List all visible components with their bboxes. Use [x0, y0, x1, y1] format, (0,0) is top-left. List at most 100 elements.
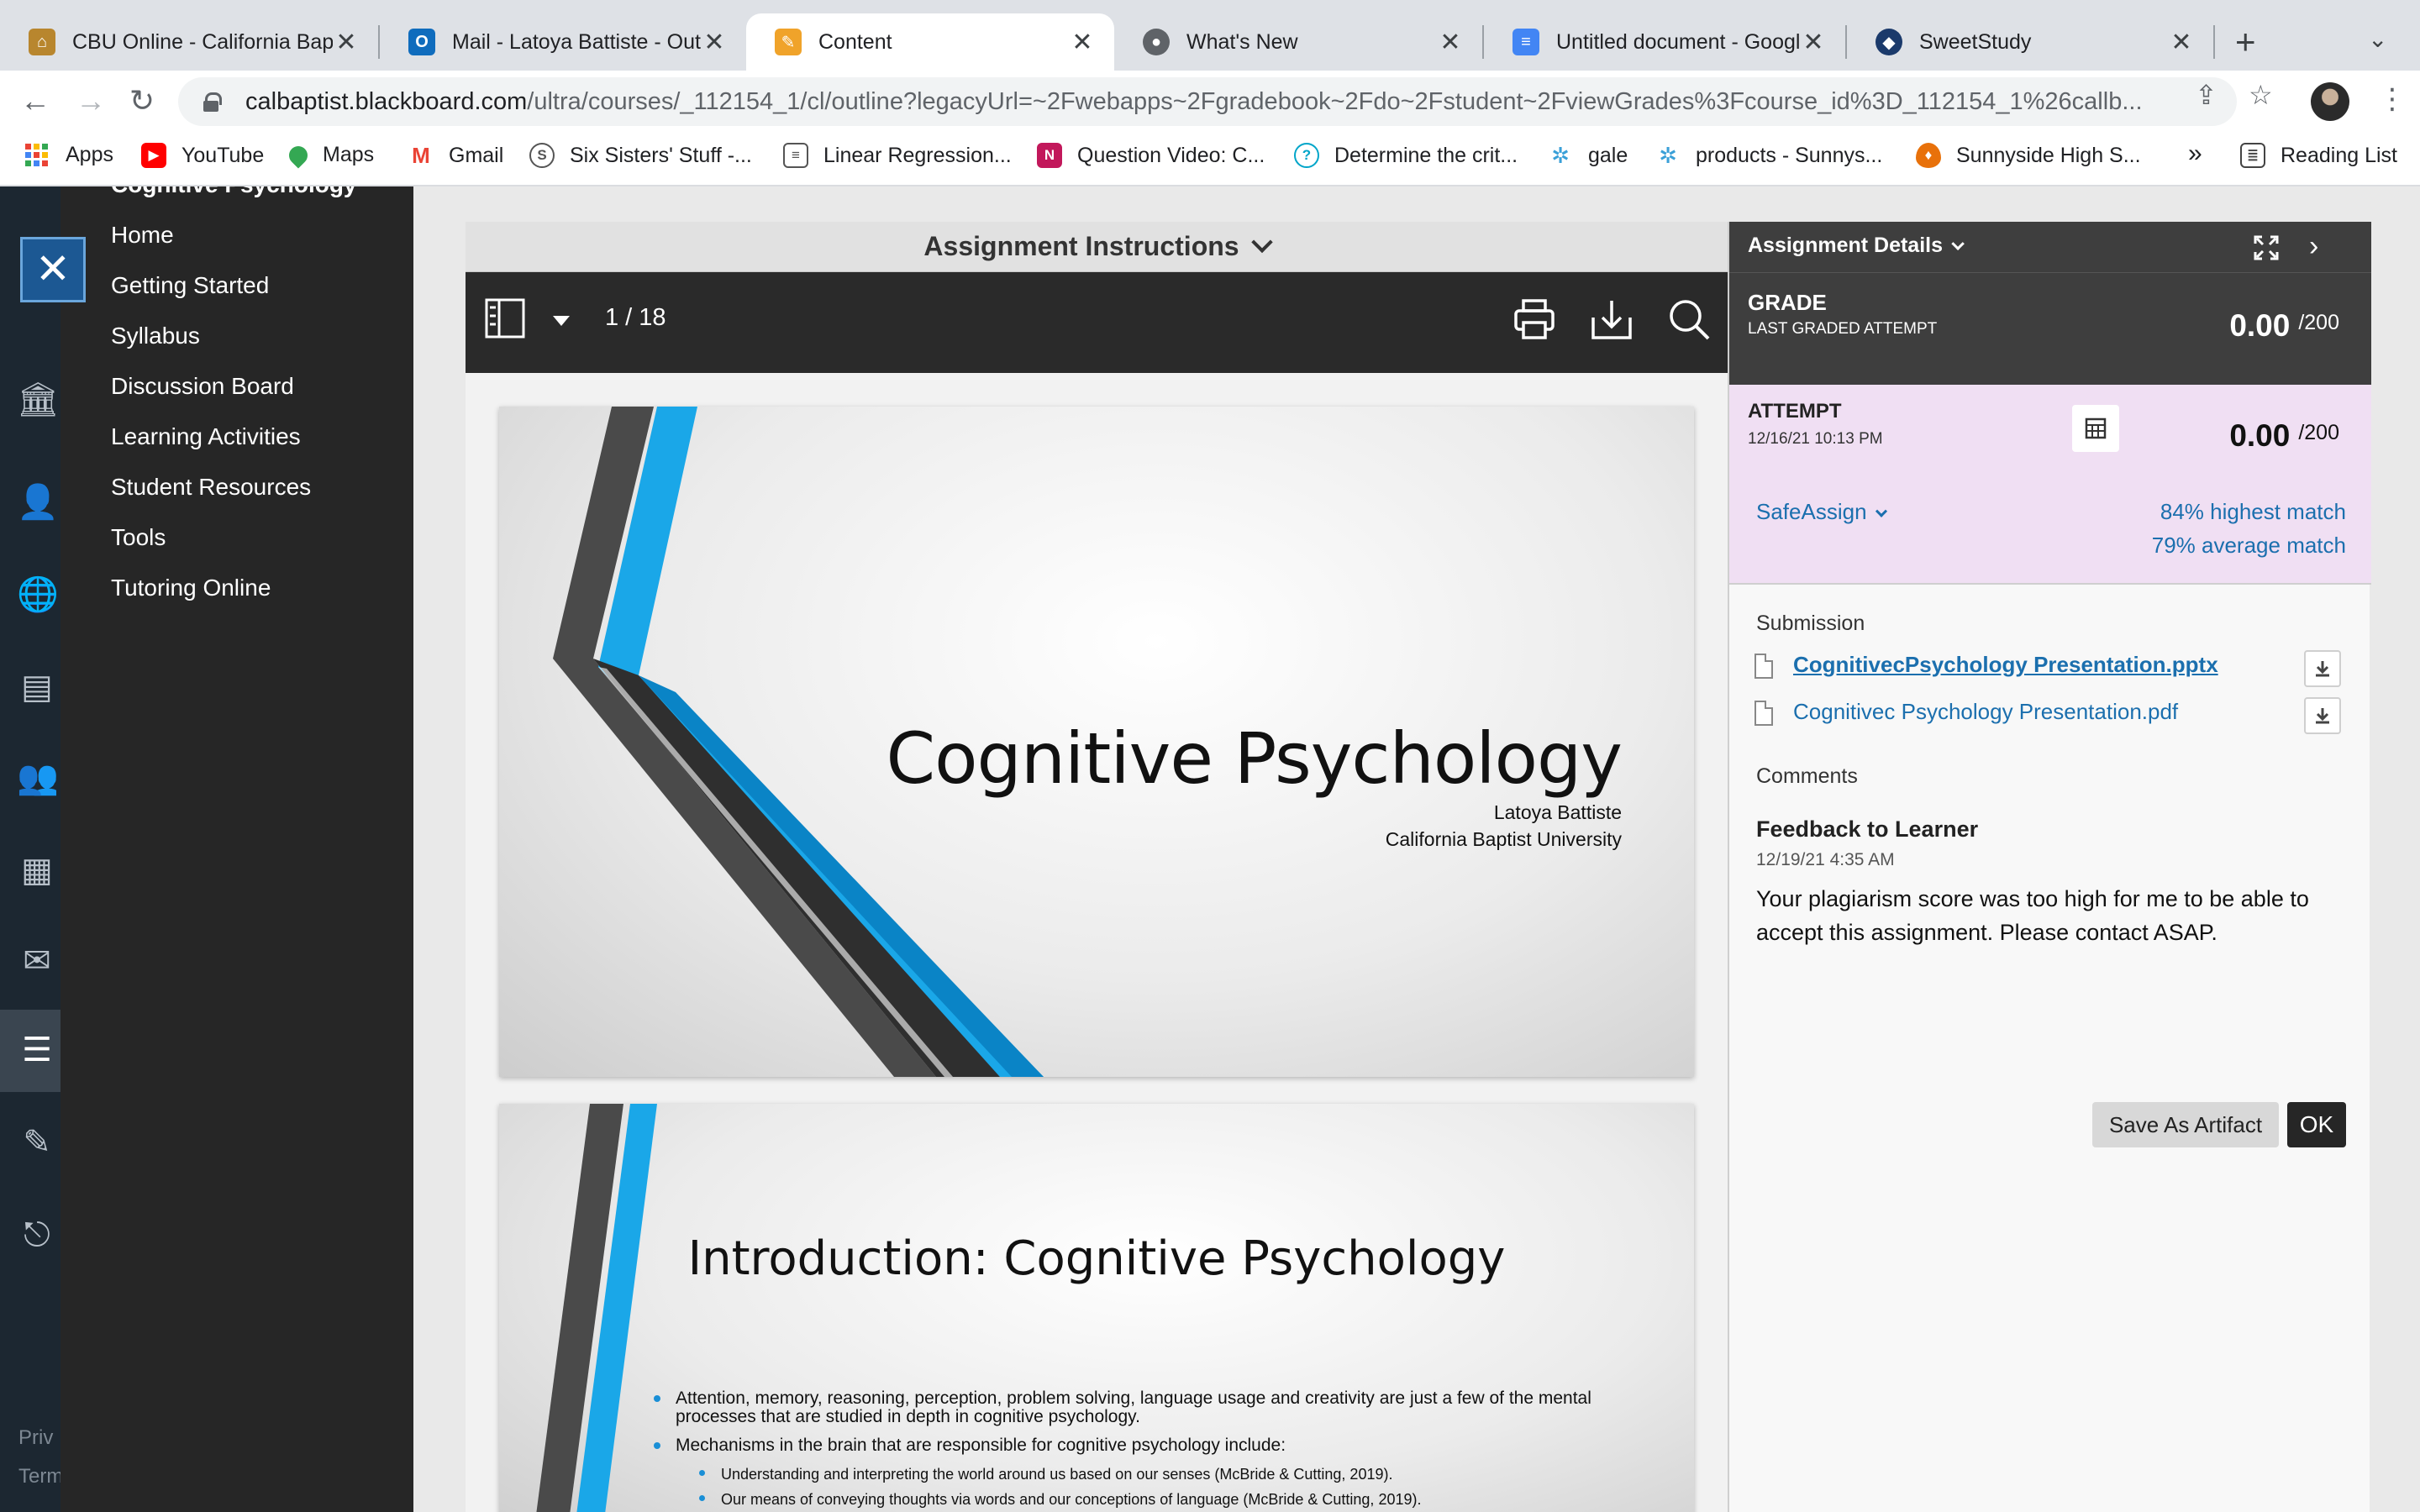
browser-tab-strip: ⌂ CBU Online - California Bap ✕ O Mail -…: [0, 0, 2420, 71]
file-icon: [1754, 654, 1773, 679]
bookmark-label: Sunnyside High S...: [1956, 143, 2141, 167]
bookmark-star-icon[interactable]: ☆: [2249, 79, 2273, 111]
messages-icon[interactable]: ✉: [17, 941, 57, 981]
tab-title: Untitled document - Google: [1556, 29, 1800, 54]
course-menu-home[interactable]: Home: [111, 222, 174, 249]
calendar-icon[interactable]: ▦: [17, 850, 57, 890]
blackboard-favicon: ✎: [775, 29, 802, 55]
lock-icon[interactable]: [203, 92, 222, 112]
course-menu-tutoring-online[interactable]: Tutoring Online: [111, 575, 271, 601]
search-icon[interactable]: [1667, 297, 1711, 341]
details-header-title[interactable]: Assignment Details: [1748, 234, 1965, 258]
rubric-grid-button[interactable]: [2072, 405, 2119, 452]
bookmarks-bar: Apps ▶ YouTube Maps M Gmail S Six Sister…: [0, 133, 2420, 186]
tab-close-icon[interactable]: ✕: [701, 28, 728, 57]
course-menu-tools[interactable]: Tools: [111, 524, 166, 551]
share-icon[interactable]: ⇪: [2195, 79, 2217, 111]
course-menu-discussion-board[interactable]: Discussion Board: [111, 373, 294, 400]
tab-close-icon[interactable]: ✕: [1437, 28, 1464, 57]
pdf-pages[interactable]: Cognitive Psychology Latoya Battiste Cal…: [466, 373, 1728, 1512]
bookmark-sunnyside-high[interactable]: ♦ Sunnyside High S...: [1916, 143, 2141, 168]
tab-sweetstudy[interactable]: ◆ SweetStudy ✕: [1847, 13, 2213, 71]
tab-whats-new[interactable]: ● What's New ✕: [1114, 13, 1482, 71]
bookmark-linear-regression[interactable]: ≡ Linear Regression...: [783, 143, 1012, 168]
expand-icon[interactable]: [2254, 235, 2279, 260]
sweetstudy-favicon: ◆: [1876, 29, 1902, 55]
tab-mail[interactable]: O Mail - Latoya Battiste - Out ✕: [380, 13, 746, 71]
bookmark-maps[interactable]: Maps: [285, 141, 374, 169]
file-link[interactable]: CognitivecPsychology Presentation.pptx: [1793, 652, 2218, 678]
bookmark-six-sisters[interactable]: S Six Sisters' Stuff -...: [529, 143, 752, 168]
terms-link[interactable]: Term: [18, 1465, 63, 1488]
maps-icon: [285, 141, 312, 169]
grades-icon[interactable]: ☰: [17, 1030, 57, 1070]
feedback-text: Your plagiarism score was too high for m…: [1756, 886, 2309, 945]
tab-close-icon[interactable]: ✕: [2168, 28, 2195, 57]
slide-1-school: California Baptist University: [1385, 828, 1622, 850]
bookmark-label: Gmail: [449, 143, 504, 167]
course-menu-syllabus[interactable]: Syllabus: [111, 323, 200, 349]
tab-content[interactable]: ✎ Content ✕: [746, 13, 1114, 71]
instructions-header[interactable]: Assignment Instructions: [466, 222, 1728, 272]
bookmark-products-sunnyside[interactable]: ✲ products - Sunnys...: [1655, 143, 1882, 168]
print-icon[interactable]: [1512, 297, 1556, 341]
download-icon[interactable]: [1590, 297, 1634, 341]
tab-close-icon[interactable]: ✕: [1069, 28, 1096, 57]
new-tab-button[interactable]: +: [2235, 22, 2256, 62]
course-menu-learning-activities[interactable]: Learning Activities: [111, 423, 301, 450]
tab-search-chevron-icon[interactable]: ⌄: [2368, 25, 2387, 53]
reading-list-label: Reading List: [2281, 143, 2397, 167]
caret-down-icon[interactable]: [553, 316, 570, 328]
course-menu-getting-started[interactable]: Getting Started: [111, 272, 269, 299]
pdf-toolbar: 1 / 18: [466, 272, 1728, 373]
tab-close-icon[interactable]: ✕: [333, 28, 360, 57]
browser-menu-icon[interactable]: ⋮: [2378, 82, 2407, 116]
course-title: Cognitive Psychology: [111, 186, 357, 198]
close-course-button[interactable]: ✕: [20, 237, 86, 302]
bookmark-youtube[interactable]: ▶ YouTube: [141, 143, 264, 168]
profile-icon[interactable]: 👤: [17, 482, 59, 522]
average-match-link[interactable]: 79% average match: [2152, 533, 2346, 559]
tab-google-doc[interactable]: ≡ Untitled document - Google ✕: [1484, 13, 1845, 71]
chevron-right-icon[interactable]: ›: [2309, 232, 2318, 260]
file-link[interactable]: Cognitivec Psychology Presentation.pdf: [1793, 699, 2178, 725]
organizations-icon[interactable]: 👥: [17, 758, 59, 798]
download-button[interactable]: [2304, 650, 2341, 687]
slide-2-sub-bullet: Understanding and interpreting the world…: [699, 1465, 1642, 1483]
back-arrow-icon[interactable]: ←: [20, 82, 50, 119]
bookmark-gale[interactable]: ✲ gale: [1548, 143, 1628, 168]
bookmarks-overflow-button[interactable]: »: [2188, 139, 2202, 168]
forward-arrow-icon[interactable]: →: [76, 82, 106, 119]
bookmark-apps[interactable]: Apps: [25, 143, 113, 167]
tab-title: Mail - Latoya Battiste - Out: [452, 29, 701, 54]
grade-label: GRADE: [1748, 290, 1827, 315]
address-bar[interactable]: calbaptist.blackboard.com/ultra/courses/…: [178, 77, 2237, 126]
chevron-down-icon[interactable]: [1250, 231, 1273, 253]
download-button[interactable]: [2304, 697, 2341, 734]
bookmark-question-video[interactable]: N Question Video: C...: [1037, 143, 1265, 168]
profile-avatar[interactable]: [2311, 82, 2349, 121]
reload-icon[interactable]: ↻: [129, 82, 155, 119]
bookmark-gmail[interactable]: M Gmail: [408, 143, 503, 168]
save-as-artifact-button[interactable]: Save As Artifact: [2092, 1102, 2279, 1147]
bookmark-label: Apps: [66, 143, 113, 166]
courses-icon[interactable]: ▤: [17, 667, 57, 707]
outlook-favicon: O: [408, 29, 435, 55]
safeassign-toggle[interactable]: SafeAssign: [1756, 499, 1887, 525]
sign-out-icon[interactable]: ⎋: [17, 1215, 57, 1255]
tab-cbu-online[interactable]: ⌂ CBU Online - California Bap ✕: [0, 13, 378, 71]
sidebar-toggle-icon[interactable]: [484, 297, 526, 339]
globe-icon[interactable]: 🌐: [17, 575, 59, 615]
institution-icon[interactable]: 🏛: [17, 380, 60, 420]
bookmark-determine[interactable]: ? Determine the crit...: [1294, 143, 1518, 168]
tools-icon[interactable]: ✎: [17, 1122, 57, 1163]
tab-close-icon[interactable]: ✕: [1800, 28, 1827, 57]
highest-match-link[interactable]: 84% highest match: [2160, 499, 2346, 525]
ok-button[interactable]: OK: [2287, 1102, 2346, 1147]
course-menu-student-resources[interactable]: Student Resources: [111, 474, 311, 501]
url-text[interactable]: calbaptist.blackboard.com/ultra/courses/…: [245, 88, 2178, 116]
privacy-link[interactable]: Priv: [18, 1426, 53, 1450]
reading-list[interactable]: ≣ Reading List: [2240, 143, 2397, 168]
assignment-details-panel: Assignment Details › GRADE LAST GRADED A…: [1728, 222, 2371, 1512]
slide-2-bullet: Attention, memory, reasoning, perception…: [654, 1389, 1642, 1426]
